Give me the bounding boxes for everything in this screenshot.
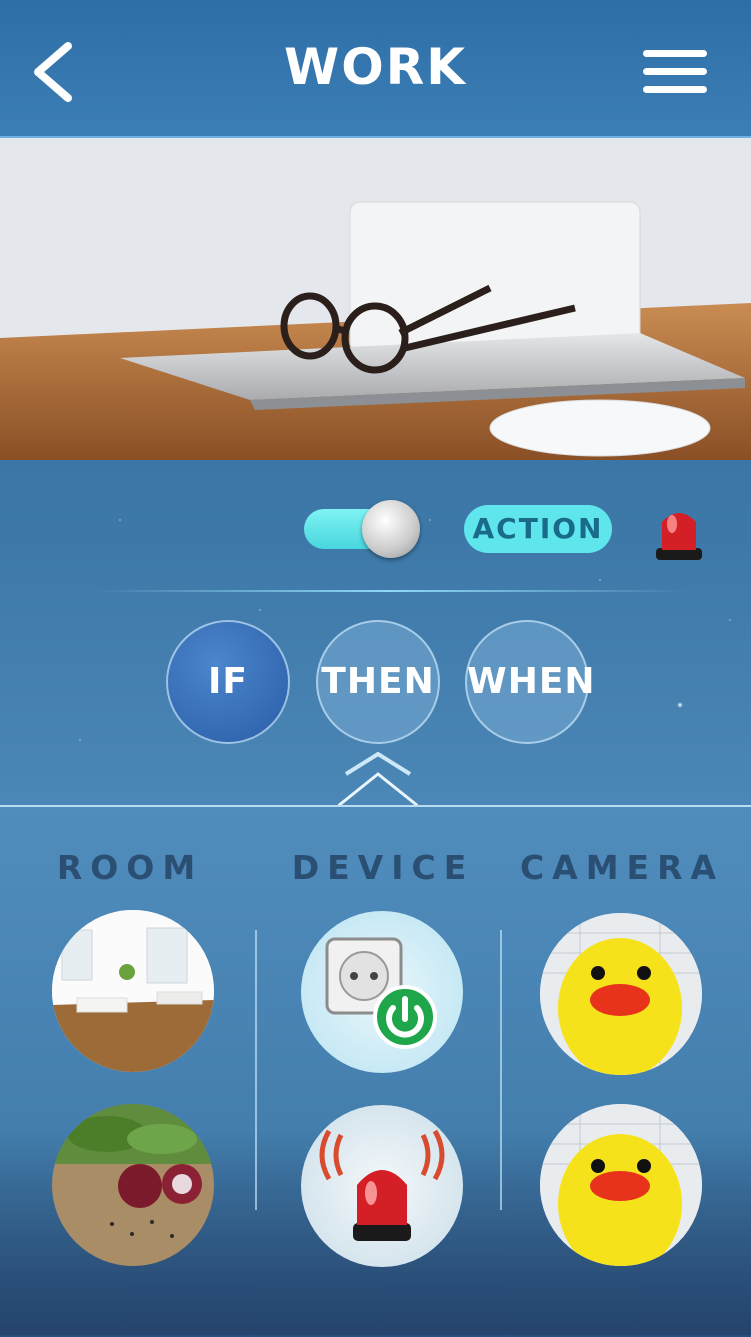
siren-icon — [319, 1129, 445, 1241]
desk-laptop-glasses-image — [0, 138, 751, 460]
siren-icon[interactable] — [652, 500, 706, 562]
device-siren-tile[interactable] — [301, 1105, 463, 1267]
column-divider — [255, 930, 257, 1210]
chevron-up-icon — [338, 752, 418, 806]
kitchen-onions-image — [52, 1104, 214, 1266]
action-button[interactable]: ACTION — [464, 505, 612, 553]
camera-feed-2-tile[interactable] — [540, 1104, 702, 1266]
duck-camera-image — [540, 1104, 702, 1266]
header-bar: WORK — [0, 0, 751, 138]
column-header-camera: CAMERA — [519, 848, 725, 887]
tab-then[interactable]: THEN — [316, 620, 440, 744]
column-divider — [500, 930, 502, 1210]
scene-image — [0, 138, 751, 460]
section-divider — [90, 590, 690, 592]
camera-feed-1-tile[interactable] — [540, 913, 702, 1075]
room-kitchen-tile[interactable] — [52, 1104, 214, 1266]
living-room-image — [52, 910, 214, 1072]
menu-button[interactable] — [643, 50, 707, 98]
power-icon — [373, 985, 437, 1049]
column-header-room: ROOM — [56, 848, 204, 887]
enable-toggle[interactable] — [304, 500, 420, 558]
tab-if[interactable]: IF — [166, 620, 290, 744]
column-header-device: DEVICE — [291, 848, 475, 887]
page-title: WORK — [284, 38, 467, 96]
hamburger-menu-icon — [643, 50, 707, 57]
duck-camera-image — [540, 913, 702, 1075]
room-living-room-tile[interactable] — [52, 910, 214, 1072]
device-smart-plug-tile[interactable] — [301, 911, 463, 1073]
tab-when[interactable]: WHEN — [465, 620, 595, 744]
